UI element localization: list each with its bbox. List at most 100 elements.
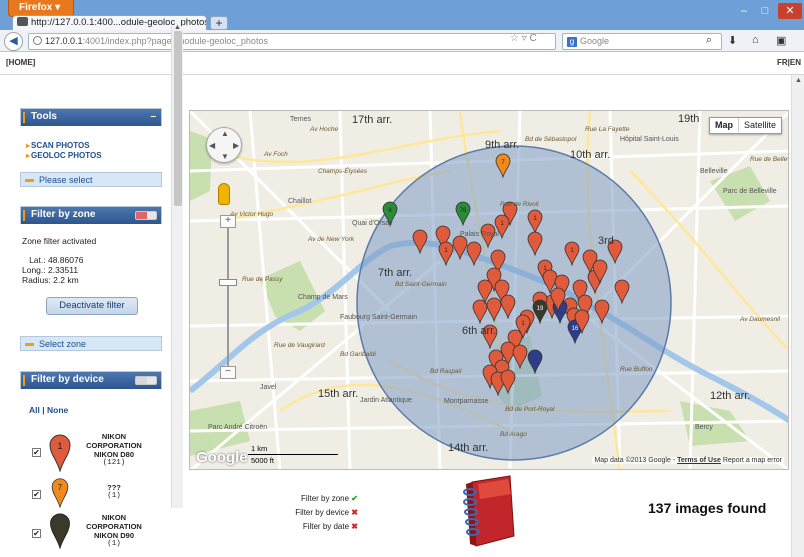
device-name: NIKON CORPORATION NIKON D90 (1) [79, 513, 149, 549]
filter-device-status: Filter by device ✖ [295, 508, 358, 517]
download-icon[interactable]: ⬇ [728, 34, 737, 47]
collapse-icon[interactable]: – [150, 111, 156, 122]
google-logo: Google [196, 449, 248, 466]
geoloc-photos-link[interactable]: ▸GEOLOC PHOTOS [26, 151, 102, 161]
map-label: Montparnasse [444, 398, 488, 405]
pan-left-icon[interactable]: ◀ [209, 141, 215, 150]
pan-control[interactable]: ▲ ▼ ◀ ▶ [206, 127, 242, 163]
bookmarks-menu-icon[interactable]: ▣ [776, 34, 786, 47]
scale-ft: 5000 ft [251, 456, 274, 465]
map-label: Faubourg Saint-Germain [340, 314, 417, 321]
device-count: (1) [107, 492, 121, 500]
sidebar-scroll-thumb[interactable] [174, 31, 182, 206]
street-view-pegman-icon[interactable] [218, 183, 230, 205]
site-menu-bar: [HOME] FR|EN [0, 52, 804, 75]
back-arrow-icon[interactable]: ◀ [4, 32, 23, 51]
scroll-up-icon[interactable]: ▲ [174, 24, 181, 31]
tab-favicon-icon [17, 17, 28, 26]
zone-longitude: Long.: 2.33511 [22, 265, 79, 275]
tools-panel-header[interactable]: Tools – [21, 109, 161, 126]
deactivate-filter-button[interactable]: Deactivate filter [46, 297, 138, 315]
map-type-satellite[interactable]: Satellite [739, 118, 781, 132]
device-checkbox[interactable]: ✔ [32, 490, 41, 499]
device-checkbox[interactable]: ✔ [32, 529, 41, 538]
svg-text:1: 1 [57, 441, 62, 451]
device-checkbox[interactable]: ✔ [32, 448, 41, 457]
bookmark-star-icon[interactable]: ☆ ▿ C [510, 33, 537, 44]
map-label: Palais Royal [460, 231, 499, 238]
search-bar[interactable]: g Google [562, 33, 722, 50]
footer-marker [25, 179, 34, 182]
maximize-button[interactable]: □ [756, 3, 774, 19]
zone-panel-header[interactable]: Filter by zone [21, 207, 161, 224]
device-toggle-switch[interactable] [135, 376, 157, 385]
pan-up-icon[interactable]: ▲ [221, 129, 229, 138]
device-filter-panel: Filter by device [20, 371, 162, 389]
map-label: 17th arr. [352, 114, 392, 126]
terms-of-use-link[interactable]: Terms of Use [677, 457, 721, 464]
google-search-icon: g [567, 37, 577, 47]
header-accent [23, 375, 25, 386]
url-bar[interactable]: 127.0.0.1:4001/index.php?page=module-geo… [28, 33, 556, 50]
device-pin-icon: 7 [51, 478, 69, 508]
search-magnifier-icon[interactable]: ⌕ [706, 34, 712, 47]
new-tab-button[interactable]: + [210, 16, 228, 30]
zone-panel-title: Filter by zone [31, 209, 96, 220]
language-switch[interactable]: FR|EN [777, 58, 801, 67]
page-scrollbar[interactable]: ▲ [791, 75, 804, 557]
globe-icon [33, 36, 42, 45]
search-placeholder: Google [580, 36, 610, 46]
device-panel-header[interactable]: Filter by device [21, 372, 161, 389]
map-label: 12th arr. [710, 390, 750, 402]
cross-icon: ✖ [351, 522, 358, 531]
map-label: Bd Raspail [430, 368, 462, 375]
map-label: Parc André Citroën [208, 424, 267, 431]
select-all-link[interactable]: All [29, 405, 40, 415]
zoom-slider-track[interactable] [227, 219, 229, 374]
zone-toggle-switch[interactable] [135, 211, 157, 220]
pan-down-icon[interactable]: ▼ [221, 152, 229, 161]
map-label: Ternes [290, 116, 312, 123]
cross-icon: ✖ [351, 508, 358, 517]
map-label: 19th [678, 113, 699, 125]
map-type-map[interactable]: Map [710, 118, 739, 132]
zoom-out-button[interactable]: − [220, 366, 236, 379]
zone-coordinates: Lat.: 48.86076 Long.: 2.33511 Radius: 2.… [22, 255, 83, 285]
minimize-button[interactable]: – [735, 3, 753, 19]
zoom-slider-thumb[interactable] [219, 279, 237, 286]
scroll-up-icon[interactable]: ▲ [795, 77, 802, 84]
tools-panel-title: Tools [31, 111, 57, 122]
zone-latitude: Lat.: 48.86076 [22, 255, 84, 265]
map[interactable]: 7 8 76 1 1 1 1 1 19 16 1 17th arr. 9th arr. 10th arr… [189, 110, 789, 470]
sidebar-scrollbar[interactable]: ▲ [171, 24, 183, 508]
device-name: NIKON CORPORATION NIKON D80 (121) [79, 432, 149, 468]
header-accent [23, 112, 25, 123]
report-map-error-link[interactable]: Report a map error [723, 457, 782, 464]
pan-right-icon[interactable]: ▶ [233, 141, 239, 150]
zoom-in-button[interactable]: + [220, 215, 236, 228]
map-label: Av Hoche [309, 126, 338, 133]
browser-window: Firefox ▾ – □ ✕ http://127.0.0.1:400...o… [0, 0, 804, 557]
all-none-links: All | None [29, 405, 68, 415]
map-label: Av Daumesnil [739, 316, 781, 323]
home-icon[interactable]: ⌂ [752, 34, 759, 46]
map-label: Av Foch [263, 151, 288, 158]
map-label: Rue de Belleville [750, 156, 789, 163]
map-label: Bd de Sébastopol [525, 136, 577, 143]
map-label: 3rd [598, 235, 614, 247]
scan-photos-link[interactable]: ▸SCAN PHOTOS [26, 141, 102, 151]
zone-panel-footer[interactable]: Select zone [20, 336, 162, 351]
svg-text:7: 7 [58, 483, 62, 492]
svg-text:76: 76 [460, 208, 467, 214]
map-label: Bd Garibaldi [340, 351, 376, 358]
report-book-icon[interactable] [462, 474, 520, 548]
device-pin-icon: 1 [49, 434, 71, 472]
filter-zone-status: Filter by zone ✔ [301, 494, 358, 503]
map-type-control: Map Satellite [708, 117, 782, 134]
home-link[interactable]: [HOME] [6, 58, 35, 67]
close-button[interactable]: ✕ [778, 3, 802, 19]
map-label: Bd Arago [500, 431, 527, 438]
images-found-count: 137 images found [648, 500, 767, 516]
select-none-link[interactable]: None [47, 405, 68, 415]
map-canvas[interactable]: 78 76111 1119161 17th arr.9th arr.10th arr… [190, 111, 789, 470]
